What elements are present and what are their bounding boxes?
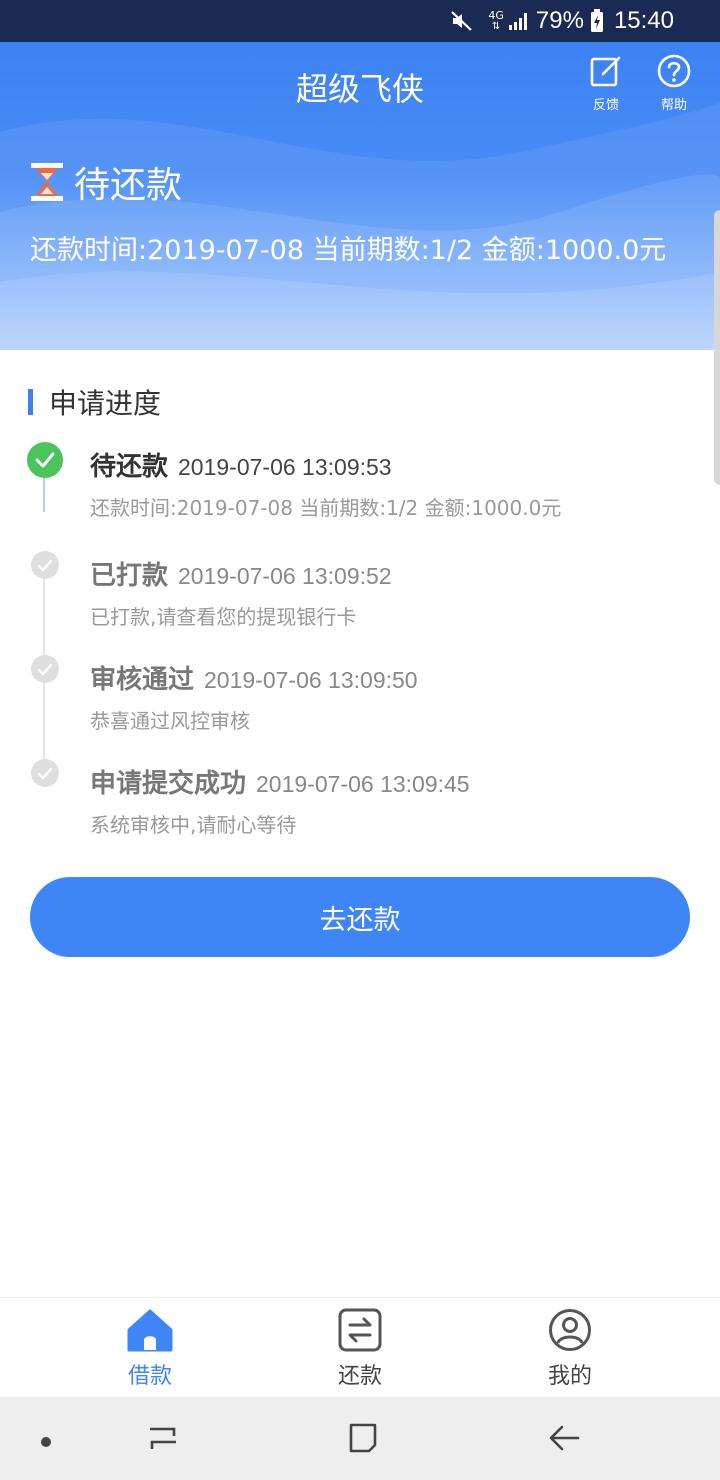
bottom-navigation: 借款 还款 我的 [0, 1297, 720, 1397]
step-time: 2019-07-06 13:09:50 [204, 667, 418, 693]
signal-icon [508, 11, 530, 31]
nav-label: 借款 [127, 1364, 172, 1389]
network-icon: 4G ⇅ [488, 9, 504, 32]
step-title-text: 已打款 [90, 561, 169, 591]
repay-button[interactable]: 去还款 [30, 877, 690, 957]
feedback-button[interactable]: 反馈 [576, 54, 636, 113]
step-title-text: 审核通过 [90, 665, 195, 695]
nav-label: 还款 [337, 1364, 382, 1389]
back-icon[interactable] [546, 1417, 582, 1463]
timeline-step-title: 已打款 2019-07-06 13:09:52 [90, 555, 392, 592]
step-description: 还款时间:2019-07-08 当前期数:1/2 金额:1000.0元 [90, 496, 562, 520]
progress-section-header: 申请进度 [28, 382, 161, 422]
step-time: 2019-07-06 13:09:45 [256, 771, 470, 797]
section-accent-bar [28, 389, 33, 415]
system-navigation-bar [0, 1397, 720, 1480]
nav-item-borrow[interactable]: 借款 [80, 1308, 220, 1390]
repay-status-row: 待还款 [28, 156, 182, 208]
help-label: 帮助 [660, 98, 687, 113]
step-time: 2019-07-06 13:09:52 [178, 563, 392, 589]
battery-percent: 79% [535, 7, 584, 34]
home-button-icon[interactable] [346, 1417, 380, 1463]
timeline-step-title: 审核通过 2019-07-06 13:09:50 [90, 659, 418, 696]
feedback-label: 反馈 [592, 98, 619, 113]
battery-icon [590, 9, 604, 33]
step-complete-check-icon [27, 442, 63, 478]
exchange-icon [338, 1308, 382, 1352]
timeline-connector [43, 476, 45, 512]
help-button[interactable]: 帮助 [644, 54, 704, 113]
progress-section-title: 申请进度 [49, 387, 162, 420]
step-title-text: 待还款 [90, 452, 169, 482]
step-description: 系统审核中,请耐心等待 [90, 813, 297, 837]
user-icon [549, 1309, 591, 1351]
step-description: 恭喜通过风控审核 [90, 709, 250, 733]
step-check-icon [31, 551, 59, 579]
repay-summary: 还款时间:2019-07-08 当前期数:1/2 金额:1000.0元 [30, 235, 667, 266]
nav-item-profile[interactable]: 我的 [500, 1308, 640, 1390]
step-check-icon [31, 759, 59, 787]
network-label: 4G [488, 9, 504, 22]
hourglass-icon [31, 163, 63, 201]
mute-icon [450, 9, 474, 33]
home-icon [127, 1309, 173, 1352]
step-check-icon [31, 655, 59, 683]
timeline-step-title: 申请提交成功 2019-07-06 13:09:45 [90, 763, 470, 800]
recent-apps-icon[interactable] [146, 1417, 180, 1463]
edit-icon [590, 56, 621, 87]
help-icon [657, 54, 691, 88]
nav-label: 我的 [547, 1364, 592, 1389]
hero-header: 超级飞侠 反馈 帮助 待还款 还款时间:2019-07-08 当前期数:1/2 … [0, 42, 720, 350]
step-time: 2019-07-06 13:09:53 [178, 454, 392, 480]
step-description: 已打款,请查看您的提现银行卡 [90, 605, 357, 629]
repay-status-title: 待还款 [74, 165, 183, 206]
step-title-text: 申请提交成功 [90, 769, 247, 799]
dot-icon[interactable] [40, 1433, 52, 1452]
clock: 15:40 [613, 7, 674, 34]
edge-panel-handle[interactable] [714, 210, 720, 485]
timeline-step-title: 待还款 2019-07-06 13:09:53 [90, 446, 392, 483]
nav-item-repay[interactable]: 还款 [290, 1308, 430, 1390]
status-bar: 4G ⇅ 79% 15:40 [0, 0, 720, 42]
